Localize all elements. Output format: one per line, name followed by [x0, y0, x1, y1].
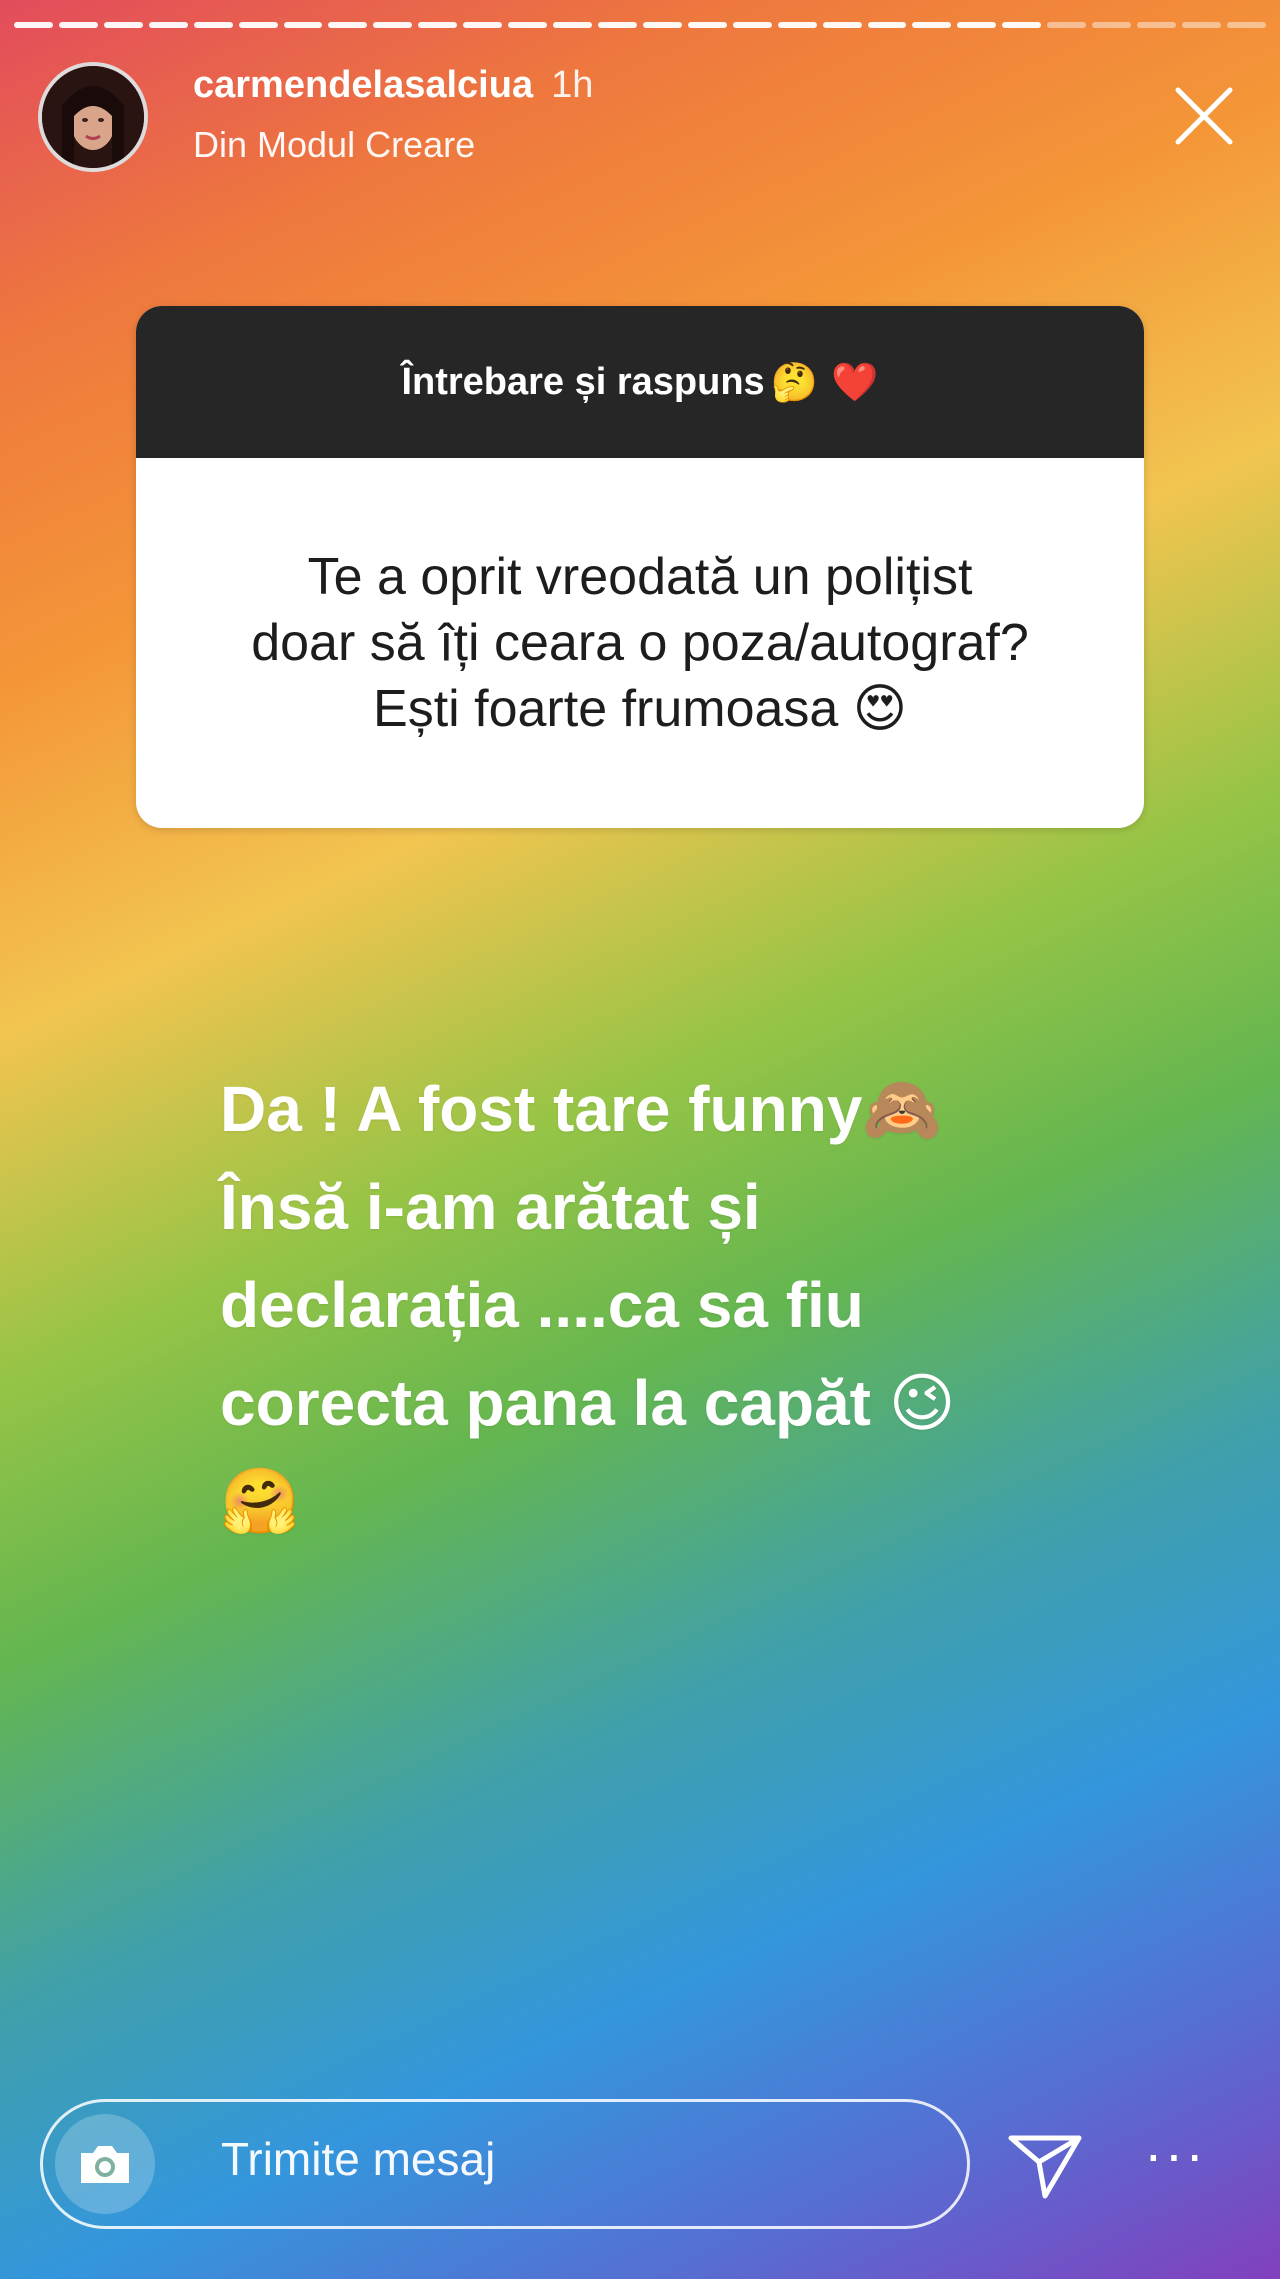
- progress-segment: [14, 22, 53, 28]
- username-line: carmendelasalciua 1h: [193, 64, 593, 107]
- answer-line: 🤗: [220, 1465, 300, 1537]
- progress-segment: [553, 22, 592, 28]
- progress-segment: [238, 22, 278, 28]
- progress-segment: [1002, 22, 1042, 28]
- progress-segment: [193, 22, 233, 28]
- progress-segment: [1181, 22, 1221, 28]
- thinking-heart-emoji-icon: 🤔 ❤️: [770, 359, 879, 404]
- progress-segment: [687, 22, 727, 28]
- progress-segment: [418, 22, 458, 28]
- username[interactable]: carmendelasalciua: [193, 64, 533, 106]
- message-input[interactable]: Trimite mesaj: [221, 2132, 495, 2186]
- progress-segment: [103, 22, 143, 28]
- progress-segment: [1226, 22, 1266, 28]
- reply-bar: Trimite mesaj ···: [40, 2089, 1240, 2239]
- progress-segment: [148, 22, 188, 28]
- question-line: Te a oprit vreodată un polițist: [307, 548, 973, 606]
- answer-text: Da ! A fost tare funny🙈 Însă i-am arătat…: [220, 1060, 1180, 1550]
- progress-segment: [1092, 22, 1132, 28]
- question-sticker-header: Întrebare și raspuns 🤔 ❤️: [136, 306, 1144, 458]
- progress-segment: [597, 22, 637, 28]
- question-line: Ești foarte frumoasa 😍: [373, 680, 907, 738]
- progress-segment: [912, 22, 952, 28]
- avatar[interactable]: [38, 62, 148, 172]
- camera-icon[interactable]: [55, 2114, 155, 2214]
- question-line: doar să îți ceara o poza/autograf?: [251, 614, 1029, 672]
- progress-segment: [508, 22, 548, 28]
- answer-line: corecta pana la capăt 😉: [220, 1367, 956, 1439]
- answer-line: Însă i-am arătat și: [220, 1171, 761, 1243]
- progress-segment: [328, 22, 368, 28]
- story-progress-bar: [14, 22, 1266, 28]
- answer-line: declarația ....ca sa fiu: [220, 1269, 864, 1341]
- progress-segment: [373, 22, 413, 28]
- progress-segment: [642, 22, 682, 28]
- progress-segment: [58, 22, 98, 28]
- progress-segment: [777, 22, 817, 28]
- progress-segment: [957, 22, 997, 28]
- progress-segment: [463, 22, 503, 28]
- message-field[interactable]: Trimite mesaj: [40, 2099, 970, 2229]
- progress-segment: [732, 22, 772, 28]
- answer-line: Da ! A fost tare funny🙈: [220, 1073, 943, 1145]
- close-icon[interactable]: [1168, 80, 1240, 152]
- question-sticker-title: Întrebare și raspuns: [401, 360, 765, 403]
- question-sticker: Întrebare și raspuns 🤔 ❤️ Te a oprit vre…: [136, 306, 1144, 828]
- question-text: Te a oprit vreodată un polițist doar să …: [136, 458, 1144, 828]
- progress-segment: [1137, 22, 1176, 28]
- story-header: carmendelasalciua 1h Din Modul Creare: [38, 58, 1250, 178]
- send-icon[interactable]: [1005, 2124, 1085, 2204]
- more-icon[interactable]: ···: [1135, 2126, 1215, 2194]
- progress-segment: [283, 22, 323, 28]
- progress-segment: [1047, 22, 1087, 28]
- progress-segment: [867, 22, 907, 28]
- post-time: 1h: [551, 64, 594, 106]
- progress-segment: [822, 22, 862, 28]
- story-subtitle: Din Modul Creare: [193, 124, 476, 165]
